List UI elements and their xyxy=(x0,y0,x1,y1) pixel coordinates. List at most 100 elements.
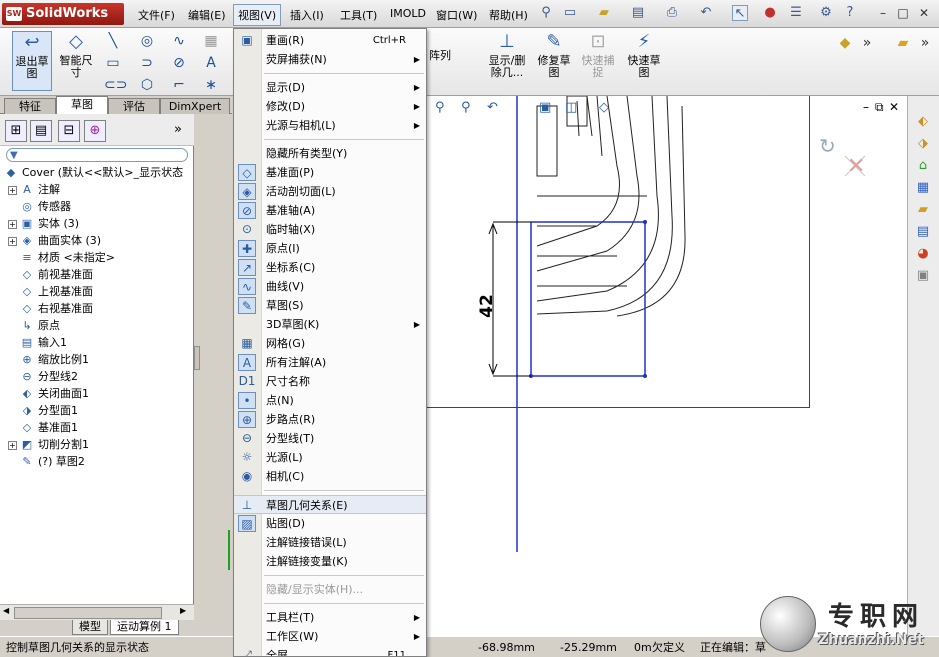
options-gear-icon[interactable]: ⚙ xyxy=(818,5,834,21)
options-list-icon[interactable]: ☰ xyxy=(788,5,804,21)
polygon-icon[interactable]: ⬡ xyxy=(138,76,156,94)
display-delete-relations-button[interactable]: ⊥ 显示/删 除几... xyxy=(484,31,530,79)
exit-sketch-button[interactable]: ↩ 退出草 图 xyxy=(12,31,52,91)
file-explorer-icon[interactable]: ⌂ xyxy=(912,156,934,176)
menu-item[interactable]: ∿ 曲线(V) xyxy=(234,277,426,296)
menu-insert[interactable]: 插入(I) xyxy=(286,6,328,24)
spline-icon[interactable]: ∿ xyxy=(170,32,188,50)
tab-features[interactable]: 特征 xyxy=(4,98,56,114)
rebuild-icon[interactable]: ● xyxy=(762,5,778,21)
confirm-corner-icon[interactable]: ↻ xyxy=(819,134,836,158)
tree-item[interactable]: ◇ 基准面1 xyxy=(8,419,78,436)
panel-expand-icon[interactable]: » xyxy=(174,122,182,137)
sw-resources-icon[interactable]: ⬖ xyxy=(912,112,934,132)
panel-splitter-handle[interactable] xyxy=(194,346,200,370)
tree-item[interactable]: ⬖ 关闭曲面1 xyxy=(8,385,89,402)
tree-expand-icon[interactable]: + xyxy=(8,440,17,450)
menu-imold[interactable]: IMOLD xyxy=(386,6,430,21)
point-tool-icon[interactable]: ∗ xyxy=(202,76,220,94)
slot-icon[interactable]: ⊂⊃ xyxy=(104,76,127,94)
tree-item[interactable]: ≡ 材质 <未指定> xyxy=(8,249,115,266)
cancel-sketch-icon[interactable]: ✕ xyxy=(847,154,865,179)
menu-item[interactable]: ⊙ 临时轴(X) xyxy=(234,220,426,239)
menu-item[interactable]: ⊖ 分型线(T) xyxy=(234,429,426,448)
close-icon[interactable]: ✕ xyxy=(915,4,933,22)
customize-icon[interactable]: ◆ xyxy=(836,34,854,52)
view-orientation-icon[interactable]: ▣ xyxy=(539,100,551,115)
folder-pane-icon[interactable]: ▰ xyxy=(912,200,934,220)
menu-item[interactable]: D1 尺寸名称 xyxy=(234,372,426,391)
save-icon[interactable]: ▤ xyxy=(630,5,646,21)
maximize-icon[interactable]: □ xyxy=(894,4,912,22)
tab-motion-study[interactable]: 运动算例 1 xyxy=(110,620,179,635)
tree-item[interactable]: ↳ 原点 xyxy=(8,317,60,334)
menu-item[interactable]: ◈ 活动剖切面(L) xyxy=(234,182,426,201)
view-palette-icon[interactable]: ▦ xyxy=(912,178,934,198)
config-manager-tab-icon[interactable]: ⊟ xyxy=(58,120,80,142)
folder-icon[interactable]: ▰ xyxy=(894,34,912,52)
tree-item[interactable]: + ◩ 切削分割1 xyxy=(8,436,89,453)
repair-sketch-button[interactable]: ✎ 修复草 图 xyxy=(534,31,574,79)
menu-item[interactable]: 显示(D) ▶ xyxy=(234,78,426,97)
new-file-icon[interactable]: ▭ xyxy=(562,5,578,21)
linear-pattern-button[interactable]: 阵列 xyxy=(428,50,452,62)
display-style-icon[interactable]: ◫ xyxy=(565,100,577,115)
pin-icon[interactable]: ⚲ xyxy=(538,5,554,21)
menu-item[interactable]: 修改(D) ▶ xyxy=(234,97,426,116)
menu-item[interactable]: 荧屏捕获(N) ▶ xyxy=(234,50,426,69)
tab-dimxpert[interactable]: DimXpert xyxy=(160,98,230,114)
scrollbar-thumb[interactable] xyxy=(14,607,162,619)
fillet-icon[interactable]: ⊃ xyxy=(138,54,156,72)
previous-view-icon[interactable]: ↶ xyxy=(487,100,498,115)
line-icon[interactable]: ╲ xyxy=(104,32,122,50)
menu-item[interactable]: 工作区(W) ▶ xyxy=(234,627,426,646)
hide-show-items-icon[interactable]: ◇ xyxy=(599,100,609,115)
tab-model[interactable]: 模型 xyxy=(72,620,108,635)
text-tool-icon[interactable]: A xyxy=(202,54,220,72)
menu-item[interactable]: ↗ 坐标系(C) xyxy=(234,258,426,277)
menu-item[interactable]: ⊕ 步路点(R) xyxy=(234,410,426,429)
select-arrow-icon[interactable]: ↖ xyxy=(732,5,748,21)
menu-item[interactable]: ▣ 重画(R) Ctrl+R xyxy=(234,31,426,50)
tree-item[interactable]: ⊕ 缩放比例1 xyxy=(8,351,89,368)
menu-tools[interactable]: 工具(T) xyxy=(336,6,381,24)
menu-help[interactable]: 帮助(H) xyxy=(485,6,532,24)
sketch-grid-icon[interactable]: ▦ xyxy=(202,32,220,50)
menu-item[interactable]: A 所有注解(A) xyxy=(234,353,426,372)
menu-item[interactable]: ◇ 基准面(P) xyxy=(234,163,426,182)
forum-icon[interactable]: ▣ xyxy=(912,266,934,286)
viewport-close-icon[interactable]: ✕ xyxy=(889,100,899,114)
graphics-area[interactable]: 42 ⚲ ⚲ ↶ ▣ ◫ ◇ – ⧉ ✕ ✕ ↻ xyxy=(427,96,907,636)
property-manager-tab-icon[interactable]: ▤ xyxy=(30,120,52,142)
menu-view[interactable]: 视图(V) xyxy=(233,4,282,26)
zoom-to-fit-icon[interactable]: ⚲ xyxy=(435,100,445,115)
menu-item[interactable]: ⤢ 全屏 F11 xyxy=(234,646,426,656)
design-library-icon[interactable]: ⬗ xyxy=(912,134,934,154)
undo-icon[interactable]: ↶ xyxy=(698,5,714,21)
menu-item[interactable]: 注解链接变量(K) xyxy=(234,552,426,571)
menu-item[interactable]: ✎ 草图(S) xyxy=(234,296,426,315)
menu-item[interactable]: ⊘ 基准轴(A) xyxy=(234,201,426,220)
tree-item[interactable]: ◇ 上视基准面 xyxy=(8,283,93,300)
menu-item[interactable]: ▨ 贴图(D) xyxy=(234,514,426,533)
menu-item[interactable]: ☼ 光源(L) xyxy=(234,448,426,467)
tree-item[interactable]: + A 注解 xyxy=(8,181,60,198)
viewport-minimize-icon[interactable]: – xyxy=(863,100,869,114)
tree-expand-icon[interactable]: + xyxy=(8,219,17,229)
dimxpert-manager-tab-icon[interactable]: ⊕ xyxy=(84,120,106,142)
horizontal-scrollbar[interactable]: ◀ ▶ xyxy=(0,604,194,620)
menu-item[interactable]: 注解链接错误(L) xyxy=(234,533,426,552)
smart-dimension-button[interactable]: ◇ 智能尺 寸 xyxy=(56,31,96,79)
feature-manager-tab-icon[interactable]: ⊞ xyxy=(5,120,27,142)
solidworks-logo[interactable]: SW SolidWorks xyxy=(2,3,124,25)
tree-item[interactable]: ⬗ 分型面1 xyxy=(8,402,78,419)
scroll-left-icon[interactable]: ◀ xyxy=(3,606,9,615)
expand-toolbar-icon-2[interactable]: » xyxy=(916,34,934,52)
circle-icon[interactable]: ◎ xyxy=(138,32,156,50)
expand-toolbar-icon[interactable]: » xyxy=(858,34,876,52)
menu-item[interactable]: ✚ 原点(I) xyxy=(234,239,426,258)
tree-item[interactable]: ✎ (?) 草图2 xyxy=(8,453,85,470)
tree-item[interactable]: ◎ 传感器 xyxy=(8,198,71,215)
tree-filter-input[interactable]: ▼ xyxy=(6,148,188,162)
viewport-restore-icon[interactable]: ⧉ xyxy=(875,100,884,115)
